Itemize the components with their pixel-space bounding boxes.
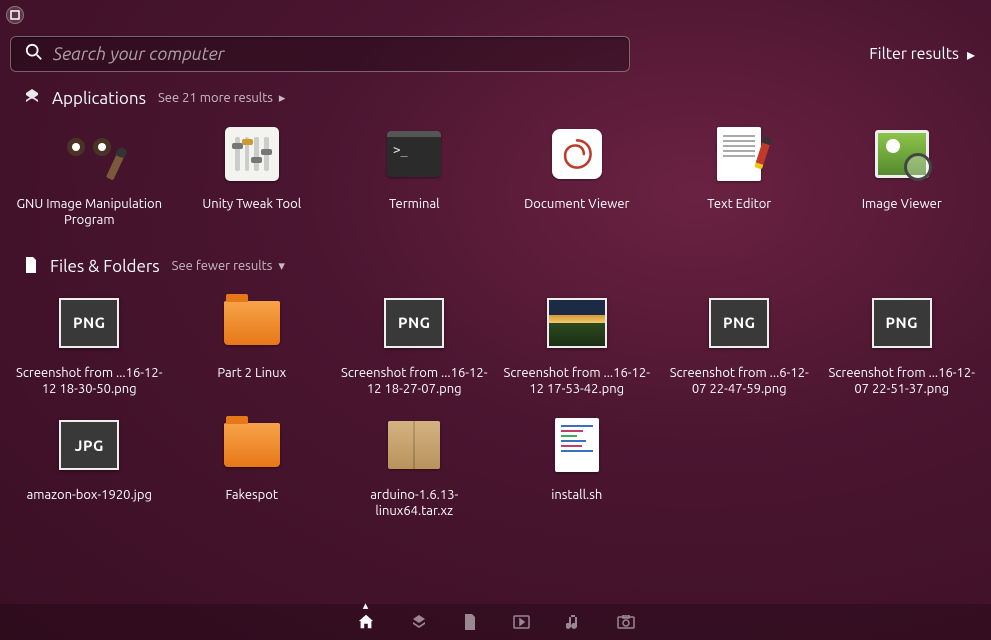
section-title: Applications <box>52 89 146 108</box>
landscape-icon <box>545 291 609 355</box>
files-icon <box>24 257 38 277</box>
app-document-viewer[interactable]: Document Viewer <box>498 118 657 233</box>
file-item[interactable]: Part 2 Linux <box>173 287 332 402</box>
lens-photos[interactable] <box>617 615 635 629</box>
png-icon: PNG <box>57 291 121 355</box>
chevron-right-icon: ▸ <box>967 45 975 64</box>
file-item[interactable]: install.sh <box>498 409 657 524</box>
lens-video[interactable] <box>513 615 530 629</box>
gimp-icon <box>57 122 121 186</box>
app-label: Document Viewer <box>524 196 629 212</box>
app-terminal[interactable]: Terminal <box>335 118 494 233</box>
app-unity-tweak[interactable]: Unity Tweak Tool <box>173 118 332 233</box>
png-icon: PNG <box>870 291 934 355</box>
terminal-icon <box>382 122 446 186</box>
app-label: Unity Tweak Tool <box>202 196 301 212</box>
png-icon: PNG <box>707 291 771 355</box>
file-label: Screenshot from ...16-12-12 17-53-42.png <box>502 365 652 398</box>
jpg-icon: JPG <box>57 413 121 477</box>
section-title: Files & Folders <box>50 257 160 276</box>
folder-icon <box>220 291 284 355</box>
document-viewer-icon <box>545 122 609 186</box>
lens-music[interactable] <box>566 614 581 630</box>
lens-files[interactable] <box>463 614 477 630</box>
filter-label: Filter results <box>869 45 959 63</box>
script-icon <box>545 413 609 477</box>
file-label: Screenshot from ...16-12-07 22-51-37.png <box>827 365 977 398</box>
png-icon: PNG <box>382 291 446 355</box>
file-label: amazon-box-1920.jpg <box>27 487 152 503</box>
app-label: Image Viewer <box>862 196 942 212</box>
file-item[interactable]: arduino-1.6.13-linux64.tar.xz <box>335 409 494 524</box>
image-viewer-icon <box>870 122 934 186</box>
file-item[interactable]: PNG Screenshot from ...6-12-07 22-47-59.p… <box>660 287 819 402</box>
lens-home[interactable] <box>357 613 375 631</box>
app-label: Text Editor <box>707 196 771 212</box>
filter-results-link[interactable]: Filter results ▸ <box>869 45 975 64</box>
file-label: Screenshot from ...6-12-07 22-47-59.png <box>664 365 814 398</box>
see-more-applications[interactable]: See 21 more results ▸ <box>158 91 285 106</box>
file-label: arduino-1.6.13-linux64.tar.xz <box>339 487 489 520</box>
file-label: Part 2 Linux <box>217 365 286 381</box>
section-header-applications: Applications See 21 more results ▸ <box>0 78 991 112</box>
file-item[interactable]: PNG Screenshot from ...16-12-07 22-51-37.… <box>823 287 982 402</box>
file-label: Fakespot <box>225 487 278 503</box>
file-item[interactable]: PNG Screenshot from ...16-12-12 18-27-07.… <box>335 287 494 402</box>
search-input[interactable] <box>53 44 615 64</box>
app-image-viewer[interactable]: Image Viewer <box>823 118 982 233</box>
file-item[interactable]: JPG amazon-box-1920.jpg <box>10 409 169 524</box>
lens-applications[interactable] <box>411 614 427 630</box>
lens-bar <box>0 604 991 640</box>
text-editor-icon <box>707 122 771 186</box>
folder-icon <box>220 413 284 477</box>
see-fewer-files[interactable]: See fewer results ▾ <box>172 259 285 274</box>
file-item[interactable]: Fakespot <box>173 409 332 524</box>
file-label: Screenshot from ...16-12-12 18-30-50.png <box>14 365 164 398</box>
app-label: GNU Image Manipulation Program <box>14 196 164 229</box>
app-label: Terminal <box>389 196 440 212</box>
app-text-editor[interactable]: Text Editor <box>660 118 819 233</box>
applications-icon <box>24 88 40 108</box>
file-item[interactable]: Screenshot from ...16-12-12 17-53-42.png <box>498 287 657 402</box>
tweak-icon <box>220 122 284 186</box>
package-icon <box>382 413 446 477</box>
file-label: Screenshot from ...16-12-12 18-27-07.png <box>339 365 489 398</box>
section-header-files: Files & Folders See fewer results ▾ <box>0 247 991 281</box>
window-maximize-button[interactable] <box>6 6 24 24</box>
file-label: install.sh <box>551 487 602 503</box>
search-box[interactable] <box>10 36 630 72</box>
app-gimp[interactable]: GNU Image Manipulation Program <box>10 118 169 233</box>
search-icon <box>25 43 43 65</box>
file-item[interactable]: PNG Screenshot from ...16-12-12 18-30-50.… <box>10 287 169 402</box>
